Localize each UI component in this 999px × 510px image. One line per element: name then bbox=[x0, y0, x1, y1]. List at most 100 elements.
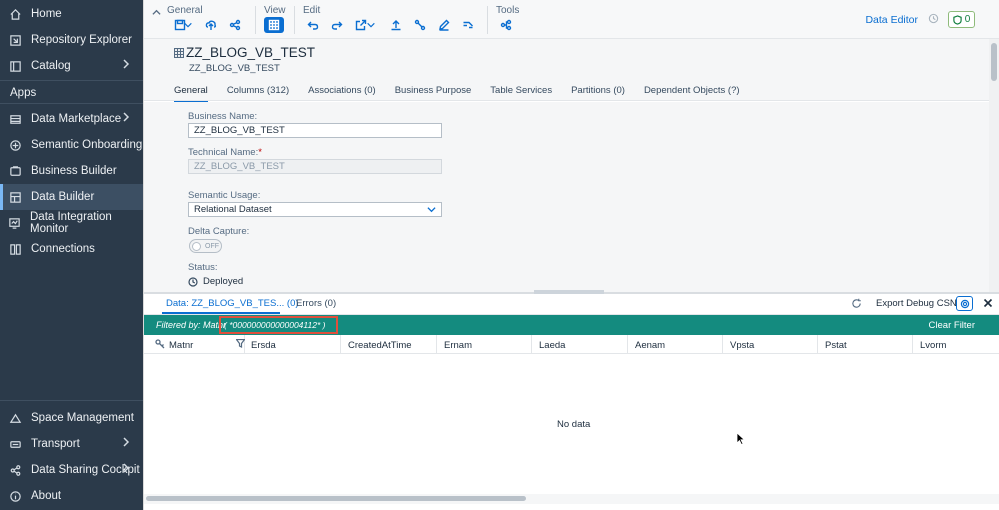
chevron-right-icon bbox=[121, 437, 135, 451]
column-header-lvorm[interactable]: Lvorm bbox=[913, 335, 999, 354]
nav-item-catalog[interactable]: Catalog bbox=[0, 53, 143, 79]
transport-icon bbox=[8, 437, 22, 451]
column-header-matnr[interactable]: Matnr bbox=[144, 335, 246, 354]
column-header-aenam[interactable]: Aenam bbox=[628, 335, 723, 354]
impact-lineage-button[interactable] bbox=[411, 17, 429, 33]
semantic-usage-label: Semantic Usage: bbox=[188, 190, 261, 201]
data-grid-header: Matnr Ersda CreatedAtTime Ernam Laeda Ae… bbox=[144, 335, 999, 354]
horizontal-scrollbar[interactable] bbox=[144, 494, 999, 504]
technical-name-input: ZZ_BLOG_VB_TEST bbox=[188, 159, 442, 174]
edit-button[interactable] bbox=[435, 17, 453, 33]
nav-item-space-management[interactable]: Space Management bbox=[0, 405, 143, 431]
tools-button[interactable] bbox=[497, 17, 515, 33]
data-editor-link[interactable]: Data Editor bbox=[865, 14, 918, 26]
marketplace-icon bbox=[8, 112, 22, 126]
chevron-up-icon[interactable] bbox=[152, 6, 162, 16]
column-header-pstat[interactable]: Pstat bbox=[818, 335, 913, 354]
column-header-ernam[interactable]: Ernam bbox=[437, 335, 532, 354]
switch-knob bbox=[192, 241, 201, 251]
tab-associations[interactable]: Associations (0) bbox=[308, 85, 376, 103]
divider bbox=[0, 400, 143, 401]
required-marker: * bbox=[258, 147, 262, 158]
network-icon bbox=[500, 19, 512, 31]
business-name-input[interactable]: ZZ_BLOG_VB_TEST bbox=[188, 123, 442, 138]
nav-item-about[interactable]: About bbox=[0, 483, 143, 509]
monitor-icon bbox=[8, 216, 21, 230]
connections-icon bbox=[8, 242, 22, 256]
export-debug-csn-button[interactable]: Export Debug CSN bbox=[876, 298, 957, 309]
nav-item-data-marketplace[interactable]: Data Marketplace bbox=[0, 106, 143, 132]
save-menu-button[interactable] bbox=[183, 17, 193, 33]
status-value: Deployed bbox=[188, 276, 243, 287]
toolbar-group-view: View bbox=[264, 5, 286, 16]
table-view-button[interactable] bbox=[264, 17, 284, 33]
close-icon[interactable] bbox=[983, 297, 995, 309]
validation-badge[interactable]: 0 bbox=[948, 11, 975, 28]
nav-label: Repository Explorer bbox=[31, 34, 132, 46]
data-preview-header: Data: ZZ_BLOG_VB_TES... (0) Errors (0) E… bbox=[144, 294, 999, 315]
business-name-label: Business Name: bbox=[188, 111, 258, 122]
pencil-icon bbox=[439, 19, 450, 31]
nav-label: Space Management bbox=[31, 412, 134, 424]
nav-item-data-builder[interactable]: Data Builder bbox=[0, 184, 143, 210]
column-header-ersda[interactable]: Ersda bbox=[244, 335, 341, 354]
share-button[interactable] bbox=[226, 17, 244, 33]
business-builder-icon bbox=[8, 164, 22, 178]
tab-general[interactable]: General bbox=[174, 85, 208, 103]
vertical-scrollbar[interactable] bbox=[989, 39, 999, 292]
settings-button[interactable] bbox=[956, 296, 973, 311]
tab-columns[interactable]: Columns (312) bbox=[227, 85, 289, 103]
scrollbar-thumb[interactable] bbox=[991, 43, 997, 81]
chevron-right-icon bbox=[121, 59, 135, 73]
column-header-vpsta[interactable]: Vpsta bbox=[723, 335, 818, 354]
main-content: General View Edit Tools Data Editor 0 ZZ… bbox=[143, 0, 999, 510]
semantic-usage-value: Relational Dataset bbox=[194, 204, 272, 215]
scrollbar-thumb[interactable] bbox=[146, 496, 526, 501]
apps-section-label: Apps bbox=[10, 87, 37, 99]
technical-name-label: Technical Name:* bbox=[188, 147, 262, 158]
nav-item-transport[interactable]: Transport bbox=[0, 431, 143, 457]
tab-partitions[interactable]: Partitions (0) bbox=[571, 85, 625, 103]
nav-item-data-sharing-cockpit[interactable]: Data Sharing Cockpit bbox=[0, 457, 143, 483]
info-icon bbox=[8, 489, 22, 503]
table-icon bbox=[268, 19, 280, 31]
nav-label: Data Integration Monitor bbox=[30, 211, 112, 235]
upload-button[interactable] bbox=[387, 17, 405, 33]
divider bbox=[0, 103, 143, 104]
refresh-icon[interactable] bbox=[851, 298, 862, 309]
deploy-button[interactable] bbox=[202, 17, 220, 33]
nav-item-data-integration-monitor[interactable]: Data Integration Monitor bbox=[0, 210, 143, 236]
column-header-createdattime[interactable]: CreatedAtTime bbox=[341, 335, 437, 354]
tab-business-purpose[interactable]: Business Purpose bbox=[395, 85, 472, 103]
tab-table-services[interactable]: Table Services bbox=[490, 85, 552, 103]
delta-capture-label: Delta Capture: bbox=[188, 226, 250, 237]
tab-data-preview[interactable]: Data: ZZ_BLOG_VB_TES... (0) bbox=[166, 298, 299, 309]
semantic-usage-select[interactable]: Relational Dataset bbox=[188, 202, 442, 217]
tab-dependent-objects[interactable]: Dependent Objects (?) bbox=[644, 85, 740, 103]
nav-item-connections[interactable]: Connections bbox=[0, 236, 143, 262]
data-builder-icon bbox=[8, 190, 22, 204]
undo-button[interactable] bbox=[304, 17, 322, 33]
history-icon[interactable] bbox=[928, 13, 939, 24]
page-subtitle: ZZ_BLOG_VB_TEST bbox=[189, 63, 280, 74]
column-header-laeda[interactable]: Laeda bbox=[532, 335, 628, 354]
redo-button[interactable] bbox=[328, 17, 346, 33]
deployed-clock-icon bbox=[188, 276, 198, 287]
lineage-icon bbox=[414, 19, 426, 31]
clear-filter-button[interactable]: Clear Filter bbox=[929, 320, 975, 331]
nav-item-semantic-onboarding[interactable]: Semantic Onboarding bbox=[0, 132, 143, 158]
export-menu-button[interactable] bbox=[366, 17, 376, 33]
deploy-icon bbox=[205, 20, 217, 30]
tab-errors[interactable]: Errors (0) bbox=[296, 298, 336, 309]
chevron-right-icon bbox=[121, 112, 135, 126]
toolbar-separator bbox=[255, 6, 256, 34]
nav-label: Connections bbox=[31, 243, 95, 255]
nav-label: Business Builder bbox=[31, 165, 117, 177]
switch-state: OFF bbox=[205, 242, 219, 250]
nav-item-home[interactable]: Home bbox=[0, 1, 143, 27]
nav-item-repository-explorer[interactable]: Repository Explorer bbox=[0, 27, 143, 53]
delta-capture-switch[interactable]: OFF bbox=[189, 239, 222, 253]
nav-item-business-builder[interactable]: Business Builder bbox=[0, 158, 143, 184]
redo-icon bbox=[331, 21, 343, 30]
mapping-button[interactable] bbox=[459, 17, 477, 33]
